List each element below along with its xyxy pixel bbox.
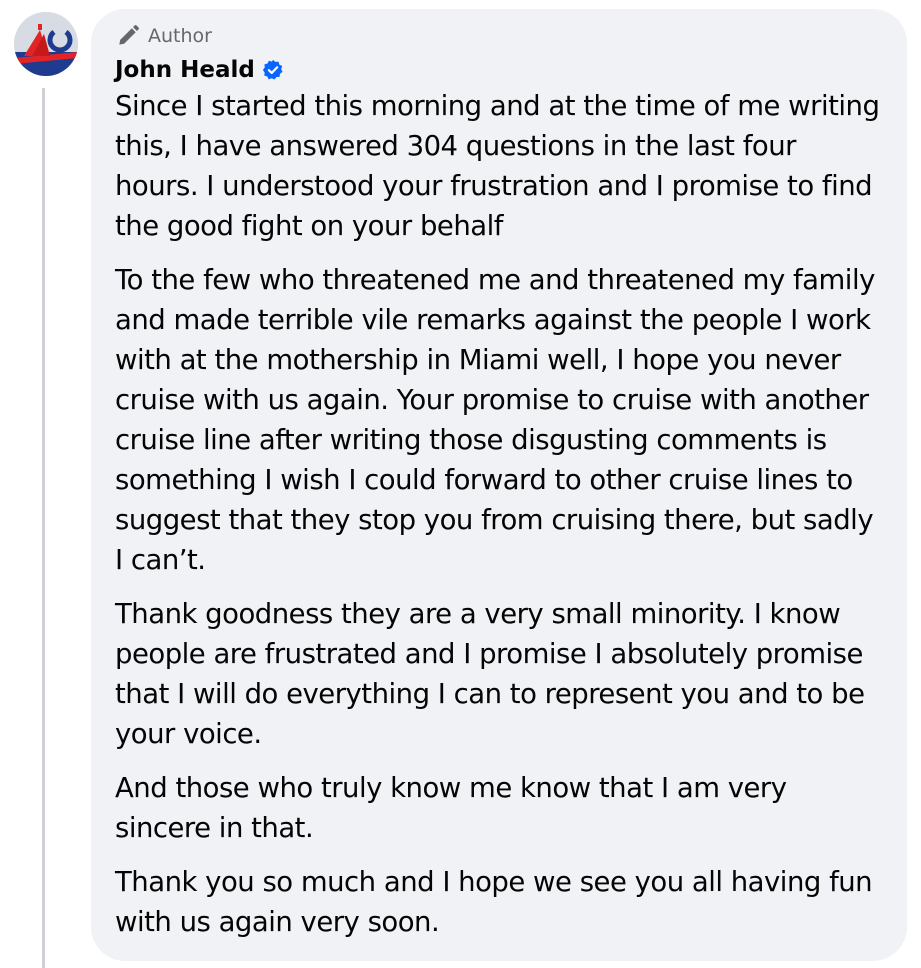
pencil-icon: [119, 25, 139, 45]
author-name-link[interactable]: John Heald: [115, 57, 255, 83]
comment-paragraph: To the few who threatened me and threate…: [115, 264, 875, 576]
comment-paragraph: Thank you so much and I hope we see you …: [115, 866, 873, 938]
thread-line: [42, 88, 45, 968]
avatar-image: [14, 12, 78, 76]
author-badge-label: Author: [148, 25, 212, 47]
verified-badge-icon: [262, 59, 283, 80]
avatar[interactable]: [14, 12, 78, 76]
author-badge: Author: [115, 19, 887, 53]
comment-paragraph: And those who truly know me know that I …: [115, 772, 787, 844]
comment-bubble: Author John Heald Since I started this m…: [91, 9, 907, 961]
author-row: John Heald: [115, 54, 887, 86]
comment-paragraph: Thank goodness they are a very small min…: [115, 598, 865, 750]
comment-paragraph: Since I started this morning and at the …: [115, 90, 880, 242]
comment-body: Since I started this morning and at the …: [115, 86, 887, 942]
